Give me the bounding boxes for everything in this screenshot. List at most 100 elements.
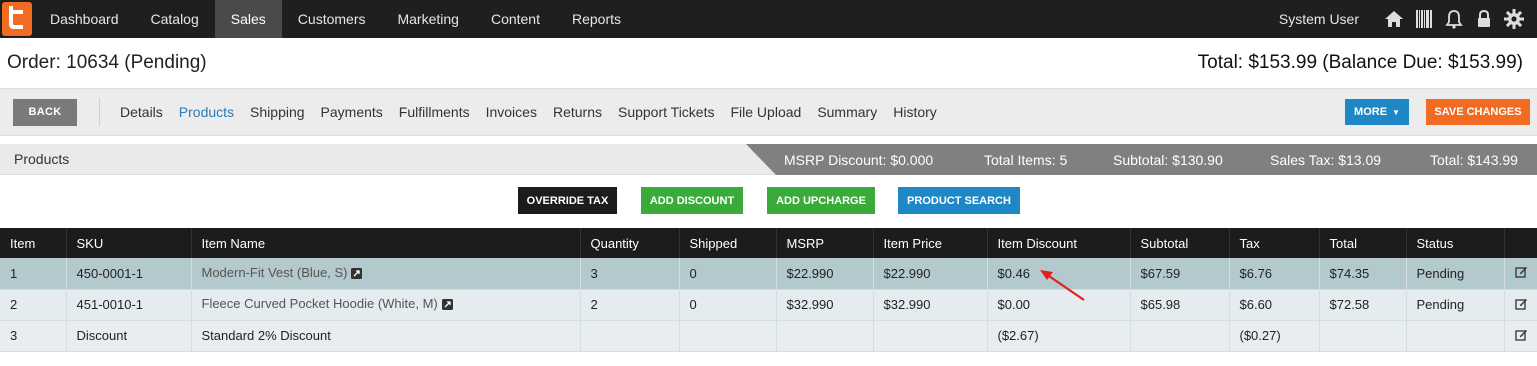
cell-msrp (776, 320, 874, 352)
brand-logo[interactable] (0, 0, 34, 38)
tab-history[interactable]: History (893, 104, 937, 120)
cell-msrp: $32.990 (776, 289, 874, 321)
more-button[interactable]: MORE ▼ (1345, 99, 1409, 125)
cell-item: 2 (0, 289, 67, 321)
col-item-discount[interactable]: Item Discount (987, 228, 1131, 258)
col-total[interactable]: Total (1319, 228, 1407, 258)
item-name-text: Fleece Curved Pocket Hoodie (White, M) (201, 296, 438, 311)
cell-quantity: 3 (580, 258, 680, 290)
col-status[interactable]: Status (1406, 228, 1505, 258)
cell-total: $74.35 (1319, 258, 1407, 290)
order-header: Order: 10634 (Pending) Total: $153.99 (B… (0, 38, 1537, 88)
tab-products[interactable]: Products (179, 104, 234, 120)
col-tax[interactable]: Tax (1229, 228, 1320, 258)
cell-subtotal: $67.59 (1130, 258, 1230, 290)
tab-summary[interactable]: Summary (817, 104, 877, 120)
cell-item-name: Standard 2% Discount (191, 320, 581, 352)
col-shipped[interactable]: Shipped (679, 228, 777, 258)
col-msrp[interactable]: MSRP (776, 228, 874, 258)
nav-reports[interactable]: Reports (556, 0, 637, 38)
override-tax-button[interactable]: OVERRIDE TAX (518, 187, 617, 214)
user-menu[interactable]: System User (1279, 11, 1359, 27)
table-row[interactable]: 3 Discount Standard 2% Discount ($2.67) … (0, 320, 1537, 352)
cell-quantity: 2 (580, 289, 680, 321)
bell-icon[interactable] (1439, 0, 1469, 38)
cell-item-discount: $0.00 (987, 289, 1131, 321)
table-row[interactable]: 1 450-0001-1 Modern-Fit Vest (Blue, S) 3… (0, 258, 1537, 290)
back-button[interactable]: BACK (13, 98, 77, 126)
edit-icon[interactable] (1514, 329, 1528, 344)
cell-sku: 450-0001-1 (66, 258, 192, 290)
cell-subtotal: $65.98 (1130, 289, 1230, 321)
table-row[interactable]: 2 451-0010-1 Fleece Curved Pocket Hoodie… (0, 289, 1537, 321)
order-total: Total: $153.99 (Balance Due: $153.99) (1197, 52, 1523, 73)
cell-edit (1504, 289, 1537, 321)
cell-shipped (679, 320, 777, 352)
col-item-name[interactable]: Item Name (191, 228, 581, 258)
total-items: Total Items: 5 (984, 152, 1068, 168)
external-link-icon[interactable] (351, 267, 363, 282)
cell-item-price: $32.990 (873, 289, 988, 321)
tab-support-tickets[interactable]: Support Tickets (618, 104, 715, 120)
save-changes-button[interactable]: SAVE CHANGES (1426, 99, 1530, 125)
tab-file-upload[interactable]: File Upload (730, 104, 801, 120)
cell-item-discount: $0.46 (987, 258, 1131, 290)
cell-sku: 451-0010-1 (66, 289, 192, 321)
col-sku[interactable]: SKU (66, 228, 192, 258)
tab-returns[interactable]: Returns (553, 104, 602, 120)
col-actions (1504, 228, 1537, 258)
nav-marketing[interactable]: Marketing (381, 0, 474, 38)
nav-right: System User (1279, 0, 1537, 38)
cell-tax: $6.60 (1229, 289, 1320, 321)
col-subtotal[interactable]: Subtotal (1130, 228, 1230, 258)
home-icon[interactable] (1379, 0, 1409, 38)
barcode-icon[interactable] (1409, 0, 1439, 38)
nav-dashboard[interactable]: Dashboard (34, 0, 135, 38)
page-title: Order: 10634 (Pending) (7, 52, 207, 73)
col-item[interactable]: Item (0, 228, 67, 258)
nav-customers[interactable]: Customers (282, 0, 382, 38)
nav-catalog[interactable]: Catalog (135, 0, 215, 38)
msrp-discount: MSRP Discount: $0.000 (784, 152, 934, 168)
cell-tax: ($0.27) (1229, 320, 1320, 352)
tab-invoices[interactable]: Invoices (486, 104, 537, 120)
product-search-button[interactable]: PRODUCT SEARCH (898, 187, 1020, 214)
cell-item-price: $22.990 (873, 258, 988, 290)
cell-item-discount: ($2.67) (987, 320, 1131, 352)
col-item-price[interactable]: Item Price (873, 228, 988, 258)
cell-shipped: 0 (679, 289, 777, 321)
add-discount-button[interactable]: ADD DISCOUNT (641, 187, 743, 214)
cell-edit (1504, 258, 1537, 290)
cell-item-name: Fleece Curved Pocket Hoodie (White, M) (191, 289, 581, 321)
cell-item-price (873, 320, 988, 352)
cell-shipped: 0 (679, 258, 777, 290)
table-header-row: Item SKU Item Name Quantity Shipped MSRP… (0, 228, 1537, 258)
cell-total: $72.58 (1319, 289, 1407, 321)
tab-details[interactable]: Details (120, 104, 163, 120)
order-toolbar: BACK Details Products Shipping Payments … (0, 88, 1537, 136)
cell-item-name: Modern-Fit Vest (Blue, S) (191, 258, 581, 290)
tab-payments[interactable]: Payments (321, 104, 383, 120)
tab-fulfillments[interactable]: Fulfillments (399, 104, 470, 120)
top-navbar: Dashboard Catalog Sales Customers Market… (0, 0, 1537, 38)
cell-sku: Discount (66, 320, 192, 352)
lock-icon[interactable] (1469, 0, 1499, 38)
products-table: Item SKU Item Name Quantity Shipped MSRP… (0, 228, 1537, 352)
subtotal: Subtotal: $130.90 (1113, 152, 1223, 168)
external-link-icon[interactable] (441, 298, 453, 313)
band-total: Total: $143.99 (1430, 152, 1518, 168)
toolbar-divider (99, 98, 100, 126)
edit-icon[interactable] (1514, 266, 1528, 281)
cell-total (1319, 320, 1407, 352)
col-quantity[interactable]: Quantity (580, 228, 680, 258)
cell-msrp: $22.990 (776, 258, 874, 290)
add-upcharge-button[interactable]: ADD UPCHARGE (767, 187, 875, 214)
item-name-text: Modern-Fit Vest (Blue, S) (201, 264, 348, 280)
cell-status: Pending (1406, 258, 1505, 290)
tab-shipping[interactable]: Shipping (250, 104, 305, 120)
edit-icon[interactable] (1514, 298, 1528, 313)
cell-item: 1 (0, 258, 67, 290)
gear-icon[interactable] (1499, 0, 1529, 38)
nav-content[interactable]: Content (475, 0, 556, 38)
nav-sales[interactable]: Sales (214, 0, 282, 38)
